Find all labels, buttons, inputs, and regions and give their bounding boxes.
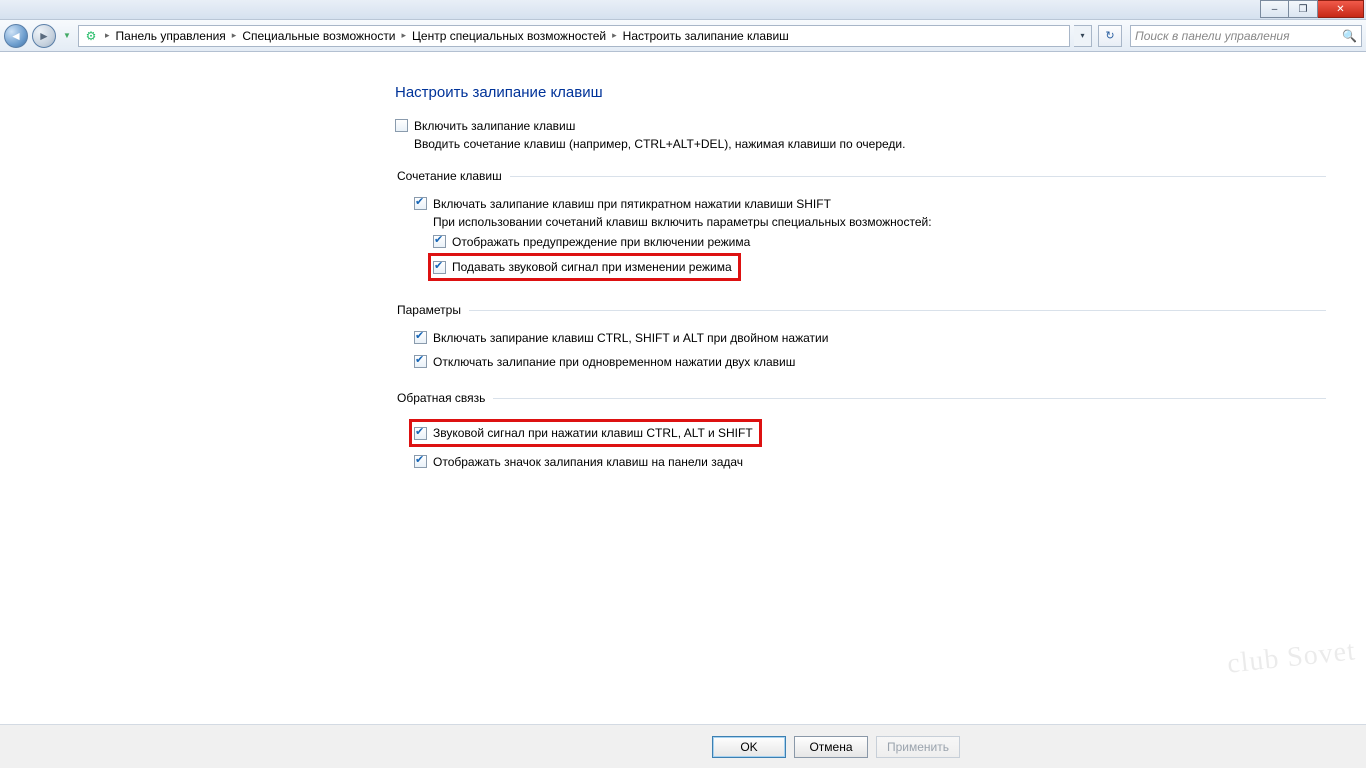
nav-forward-button[interactable]: ►: [32, 24, 56, 48]
page-content: Настроить залипание клавиш Включить зали…: [395, 52, 1326, 473]
page-title: Настроить залипание клавиш: [395, 84, 1326, 101]
search-icon: 🔍: [1342, 29, 1357, 43]
chevron-right-icon: ▸: [230, 30, 239, 41]
breadcrumb-item[interactable]: Центр специальных возможностей: [412, 29, 606, 43]
refresh-button[interactable]: ↻: [1098, 25, 1122, 47]
sound-label: Подавать звуковой сигнал при изменении р…: [452, 260, 732, 274]
enable-sticky-keys-checkbox[interactable]: [395, 119, 408, 132]
lock-label: Включать запирание клавиш CTRL, SHIFT и …: [433, 331, 828, 345]
group-feedback: Обратная связь Звуковой сигнал при нажат…: [395, 391, 1326, 473]
ok-button[interactable]: OK: [712, 736, 786, 758]
breadcrumb-item[interactable]: Настроить залипание клавиш: [623, 29, 789, 43]
tray-checkbox[interactable]: [414, 455, 427, 468]
chevron-right-icon: ▸: [103, 30, 112, 41]
sound-checkbox[interactable]: [433, 261, 446, 274]
shortcut-subdesc: При использовании сочетаний клавиш включ…: [433, 215, 1326, 229]
explorer-navbar: ◄ ► ▼ ⚙ ▸ Панель управления ▸ Специальны…: [0, 20, 1366, 52]
off2-label: Отключать залипание при одновременном на…: [433, 355, 795, 369]
cancel-button[interactable]: Отмена: [794, 736, 868, 758]
highlight-annotation: Подавать звуковой сигнал при изменении р…: [428, 253, 741, 281]
address-dropdown-button[interactable]: ▾: [1074, 25, 1092, 47]
window-minimize-button[interactable]: –: [1260, 0, 1289, 18]
watermark: club Sovet: [1226, 635, 1358, 680]
group-shortcut: Сочетание клавиш Включать залипание клав…: [395, 169, 1326, 285]
beep-label: Звуковой сигнал при нажатии клавиш CTRL,…: [433, 426, 753, 440]
dialog-footer: OK Отмена Применить: [0, 724, 1366, 768]
nav-back-button[interactable]: ◄: [4, 24, 28, 48]
warn-label: Отображать предупреждение при включении …: [452, 235, 750, 249]
chevron-right-icon: ▸: [610, 30, 619, 41]
shift5-checkbox[interactable]: [414, 197, 427, 210]
tray-label: Отображать значок залипания клавиш на па…: [433, 455, 743, 469]
control-panel-icon: ⚙: [83, 28, 99, 44]
group-shortcut-title: Сочетание клавиш: [395, 169, 510, 183]
address-bar[interactable]: ⚙ ▸ Панель управления ▸ Специальные возм…: [78, 25, 1070, 47]
off2-checkbox[interactable]: [414, 355, 427, 368]
beep-checkbox[interactable]: [414, 427, 427, 440]
highlight-annotation: Звуковой сигнал при нажатии клавиш CTRL,…: [409, 419, 762, 447]
window-maximize-button[interactable]: ❐: [1289, 0, 1318, 18]
lock-checkbox[interactable]: [414, 331, 427, 344]
window-titlebar: – ❐ ✕: [0, 0, 1366, 20]
search-placeholder: Поиск в панели управления: [1135, 29, 1290, 43]
enable-sticky-keys-label: Включить залипание клавиш: [414, 119, 575, 133]
apply-button[interactable]: Применить: [876, 736, 960, 758]
group-params: Параметры Включать запирание клавиш CTRL…: [395, 303, 1326, 373]
search-input[interactable]: Поиск в панели управления 🔍: [1130, 25, 1362, 47]
nav-history-dropdown[interactable]: ▼: [60, 25, 74, 47]
shift5-label: Включать залипание клавиш при пятикратно…: [433, 197, 831, 211]
enable-sticky-keys-desc: Вводить сочетание клавиш (например, CTRL…: [414, 137, 1326, 151]
warn-checkbox[interactable]: [433, 235, 446, 248]
chevron-right-icon: ▸: [400, 30, 409, 41]
group-params-title: Параметры: [395, 303, 469, 317]
window-close-button[interactable]: ✕: [1318, 0, 1364, 18]
breadcrumb-item[interactable]: Специальные возможности: [242, 29, 395, 43]
breadcrumb-item[interactable]: Панель управления: [116, 29, 226, 43]
group-feedback-title: Обратная связь: [395, 391, 493, 405]
